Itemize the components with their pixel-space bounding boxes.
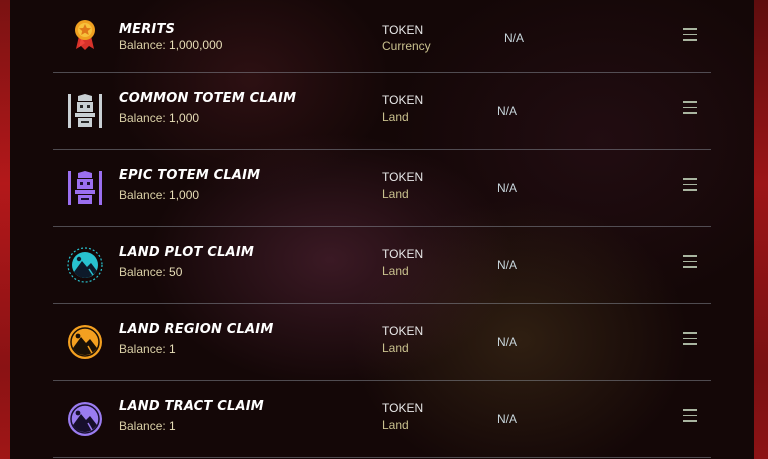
asset-row-land-plot-claim[interactable]: LAND PLOT CLAIM Balance: 50 TOKEN Land N… — [53, 227, 711, 304]
asset-type: TOKEN — [382, 170, 424, 184]
asset-balance: Balance: 1 — [119, 342, 176, 356]
asset-type: TOKEN — [382, 247, 424, 261]
asset-subtype: Land — [382, 110, 409, 124]
common-totem-icon — [67, 93, 103, 129]
asset-price: N/A — [497, 104, 518, 118]
asset-type: TOKEN — [382, 401, 424, 415]
asset-type: TOKEN — [382, 93, 424, 107]
land-plot-icon — [67, 247, 103, 283]
asset-name: LAND REGION CLAIM — [119, 322, 274, 337]
row-menu-icon[interactable] — [683, 178, 697, 191]
asset-subtype: Land — [382, 187, 409, 201]
asset-list: MERITS Balance: 1,000,000 TOKEN Currency… — [53, 0, 711, 458]
row-menu-icon[interactable] — [683, 255, 697, 268]
asset-price: N/A — [504, 31, 525, 45]
epic-totem-icon — [67, 170, 103, 206]
asset-name: MERITS — [119, 22, 176, 37]
asset-balance: Balance: 50 — [119, 265, 183, 279]
asset-name: LAND TRACT CLAIM — [119, 399, 264, 414]
asset-row-land-region-claim[interactable]: LAND REGION CLAIM Balance: 1 TOKEN Land … — [53, 304, 711, 381]
asset-name: EPIC TOTEM CLAIM — [119, 168, 261, 183]
asset-type: TOKEN — [382, 23, 424, 37]
merits-medal-icon — [67, 16, 103, 52]
asset-price: N/A — [497, 335, 518, 349]
land-tract-icon — [67, 401, 103, 437]
land-region-icon — [67, 324, 103, 360]
asset-balance: Balance: 1,000 — [119, 111, 200, 125]
asset-balance: Balance: 1,000 — [119, 188, 200, 202]
asset-row-land-tract-claim[interactable]: LAND TRACT CLAIM Balance: 1 TOKEN Land N… — [53, 381, 711, 458]
asset-row-common-totem-claim[interactable]: COMMON TOTEM CLAIM Balance: 1,000 TOKEN … — [53, 73, 711, 150]
asset-price: N/A — [497, 181, 518, 195]
asset-subtype: Land — [382, 264, 409, 278]
asset-subtype: Land — [382, 341, 409, 355]
left-edge-decoration — [0, 0, 10, 459]
asset-type: TOKEN — [382, 324, 424, 338]
asset-name: COMMON TOTEM CLAIM — [119, 91, 297, 106]
asset-price: N/A — [497, 412, 518, 426]
row-menu-icon[interactable] — [683, 28, 697, 41]
asset-row-epic-totem-claim[interactable]: EPIC TOTEM CLAIM Balance: 1,000 TOKEN La… — [53, 150, 711, 227]
asset-subtype: Land — [382, 418, 409, 432]
asset-name: LAND PLOT CLAIM — [119, 245, 254, 260]
right-edge-decoration — [754, 0, 768, 459]
row-menu-icon[interactable] — [683, 409, 697, 422]
row-menu-icon[interactable] — [683, 101, 697, 114]
row-menu-icon[interactable] — [683, 332, 697, 345]
asset-row-merits[interactable]: MERITS Balance: 1,000,000 TOKEN Currency… — [53, 0, 711, 73]
asset-balance: Balance: 1,000,000 — [119, 38, 223, 52]
asset-price: N/A — [497, 258, 518, 272]
asset-balance: Balance: 1 — [119, 419, 176, 433]
asset-subtype: Currency — [382, 39, 431, 53]
